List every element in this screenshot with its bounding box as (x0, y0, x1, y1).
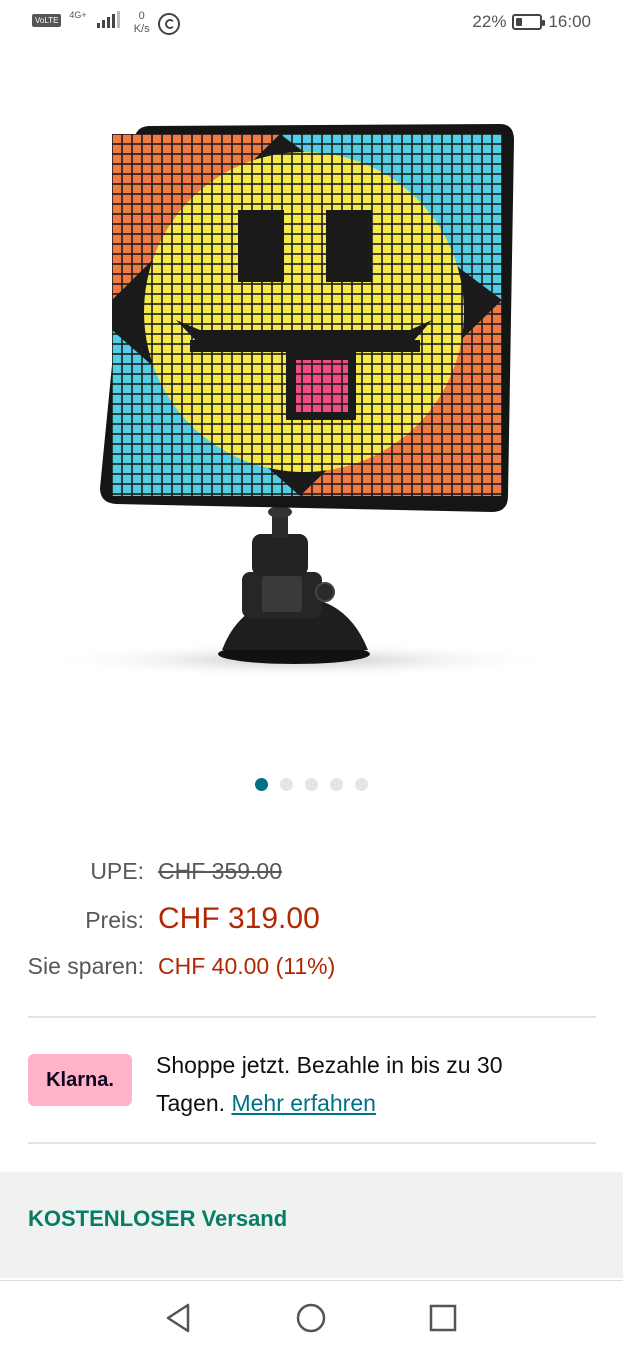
price-value: CHF 319.00 (158, 902, 320, 935)
product-image[interactable] (0, 90, 623, 710)
back-icon[interactable] (162, 1301, 196, 1335)
price-row: Preis: CHF 319.00 (0, 902, 623, 936)
gallery-dot-2[interactable] (280, 778, 293, 791)
whatsapp-icon (157, 13, 180, 35)
gallery-dot-5[interactable] (355, 778, 368, 791)
klarna-message: Shoppe jetzt. Bezahle in bis zu 30 Tagen… (156, 1052, 503, 1116)
battery-icon (512, 14, 546, 30)
klarna-logo: Klarna. (28, 1054, 132, 1106)
gallery-dot-3[interactable] (305, 778, 318, 791)
network-speed: 0 K/s (133, 10, 150, 35)
free-shipping-label: KOSTENLOSER Versand (28, 1206, 288, 1231)
network-type: 4G+ (69, 10, 87, 20)
gallery-pagination (0, 778, 623, 791)
battery-percent: 22% (472, 12, 507, 31)
clock: 16:00 (548, 12, 591, 31)
shipping-banner: KOSTENLOSER Versand (0, 1172, 623, 1278)
upe-label: UPE: (90, 858, 144, 884)
price-label: Preis: (85, 907, 144, 933)
divider (28, 1016, 596, 1018)
recent-apps-icon[interactable] (426, 1301, 460, 1335)
upe-value: CHF 359.00 (158, 858, 283, 884)
divider (28, 1142, 596, 1144)
status-bar: VoLTE 4G+ 0 K/s 22% 16:00 (0, 0, 623, 44)
signal-icon (96, 10, 120, 28)
upe-row: UPE: CHF 359.00 (0, 858, 623, 885)
volte-icon: VoLTE (32, 14, 62, 27)
home-icon[interactable] (294, 1301, 328, 1335)
gallery-dot-4[interactable] (330, 778, 343, 791)
klarna-learn-more-link[interactable]: Mehr erfahren (231, 1090, 375, 1116)
savings-row: Sie sparen: CHF 40.00 (11%) (0, 953, 623, 980)
pixel-display-illustration (40, 124, 560, 678)
savings-value: CHF 40.00 (11%) (158, 953, 336, 979)
system-nav-bar (0, 1280, 623, 1351)
gallery-dot-1[interactable] (255, 778, 268, 791)
savings-label: Sie sparen: (27, 953, 144, 979)
